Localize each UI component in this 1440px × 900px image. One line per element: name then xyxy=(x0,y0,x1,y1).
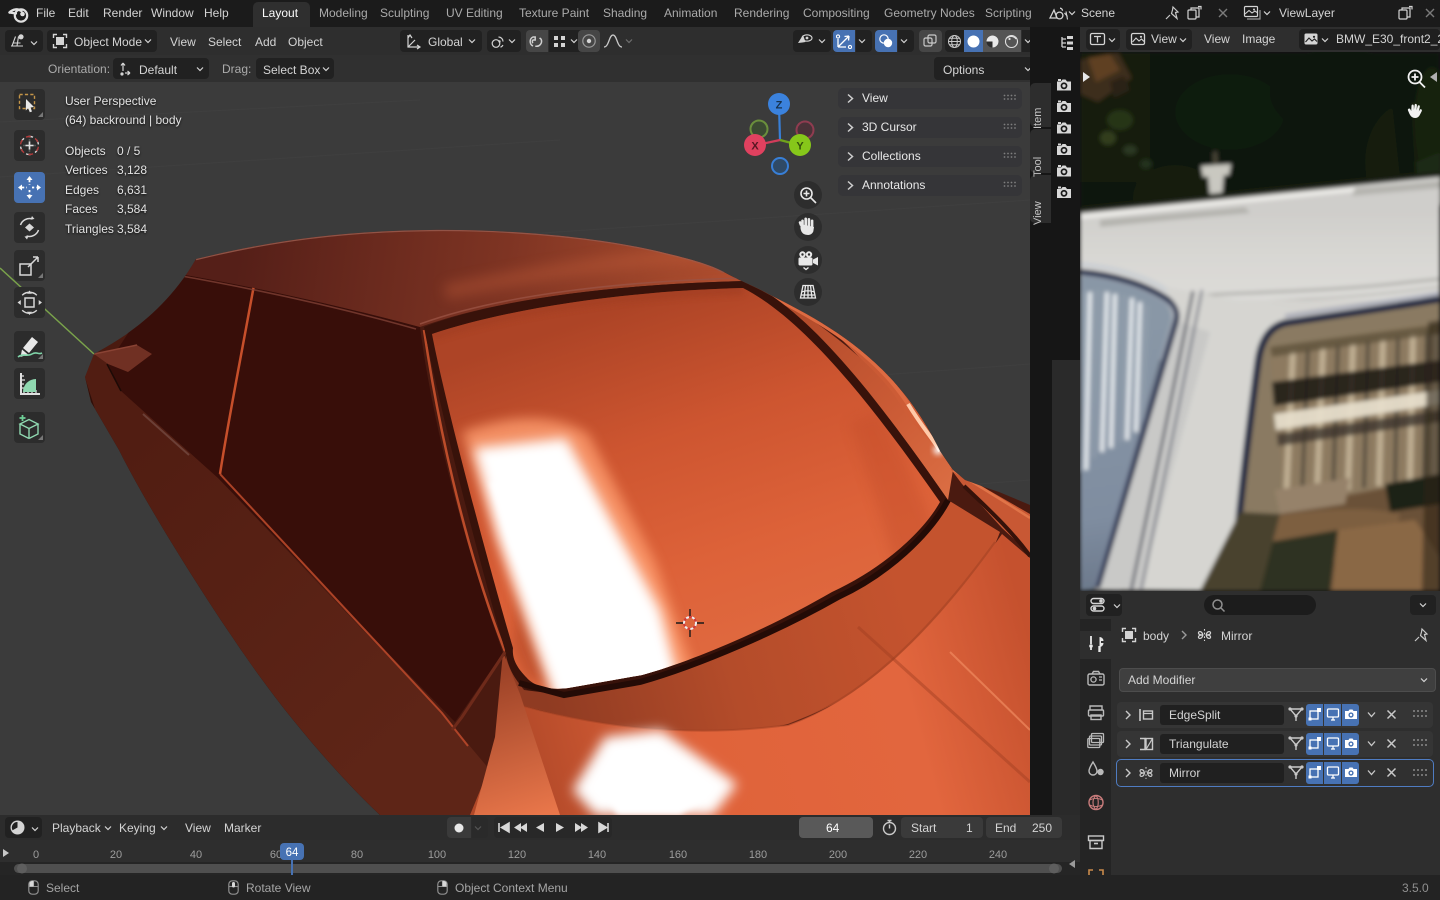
svg-text:Z: Z xyxy=(776,100,783,112)
svg-text:20: 20 xyxy=(110,849,122,861)
svg-text:Y: Y xyxy=(796,141,804,153)
svg-text:160: 160 xyxy=(669,849,687,861)
svg-text:X: X xyxy=(751,141,759,153)
svg-text:40: 40 xyxy=(190,849,202,861)
svg-text:0: 0 xyxy=(33,849,39,861)
svg-text:180: 180 xyxy=(749,849,767,861)
svg-text:80: 80 xyxy=(351,849,363,861)
svg-text:100: 100 xyxy=(428,849,446,861)
svg-text:240: 240 xyxy=(989,849,1007,861)
svg-text:200: 200 xyxy=(829,849,847,861)
svg-text:64: 64 xyxy=(286,847,299,859)
svg-text:220: 220 xyxy=(909,849,927,861)
svg-text:140: 140 xyxy=(588,849,606,861)
svg-text:120: 120 xyxy=(508,849,526,861)
